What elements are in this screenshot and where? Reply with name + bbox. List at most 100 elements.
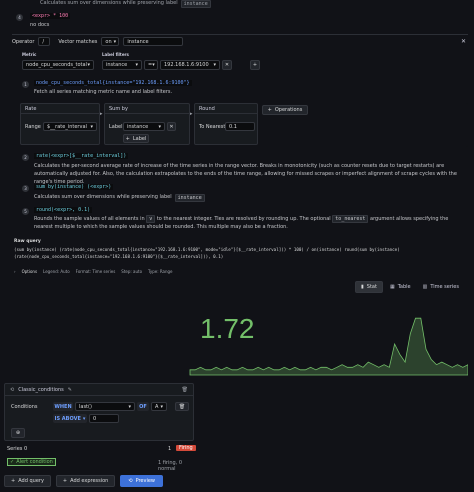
add-condition-button[interactable]: ⊕ (11, 428, 25, 438)
step-option: Step: auto (121, 269, 143, 274)
top-hint-text: Calculates sum over dimensions while pre… (40, 0, 178, 6)
step-number: 4 (16, 14, 23, 21)
add-label-button[interactable]: + Label (123, 134, 149, 143)
is-above-select[interactable]: IS ABOVE ▾ (53, 414, 87, 423)
rate-header: Rate (21, 104, 99, 114)
chevron-down-icon: ▾ (113, 38, 117, 45)
range-input[interactable]: $__rate_interval ▾ (43, 122, 97, 131)
vector-on-input[interactable]: instance (123, 37, 184, 46)
step-code: rate(<expr>[$__rate_interval]) (34, 153, 129, 159)
step-number: 1 (22, 81, 29, 88)
label-filter-operator[interactable]: = ▾ (144, 60, 158, 70)
legend-option: Legend: Auto (43, 269, 70, 274)
series-label: Series 0 (7, 446, 28, 452)
chevron-down-icon: ▾ (152, 62, 155, 68)
query-options-row[interactable]: › Options Legend: Auto Format: Time seri… (14, 269, 173, 274)
conditions-label: Conditions (11, 404, 38, 410)
chevron-down-icon: ▾ (90, 123, 93, 130)
close-icon: ✕ (224, 62, 230, 68)
pencil-icon[interactable]: ✎ (68, 387, 72, 393)
threshold-input[interactable]: 0 (89, 414, 119, 423)
step-description: Fetch all series matching metric name an… (34, 89, 173, 95)
label-select[interactable]: instance ▾ (123, 122, 165, 131)
close-icon[interactable]: ✕ (461, 38, 466, 45)
query-ref-select[interactable]: A ▾ (151, 402, 167, 411)
raw-query-code: (sum by(instance) (rate(node_cpu_seconds… (14, 247, 400, 259)
arrow-right-icon: ▸ (190, 111, 193, 117)
preview-panel: ▮ Stat ▦ Table ▥ Time series 1.72 (10, 279, 468, 379)
plus-icon: + (125, 135, 130, 142)
trash-icon[interactable]: 🗑 (182, 387, 188, 393)
step-code: <expr> * 100 (30, 13, 71, 19)
raw-query: Raw query (sum by(instance) (rate(node_c… (14, 239, 470, 265)
action-buttons: + Add query + Add expression ⟲ Preview (4, 475, 164, 487)
add-filter-button[interactable]: + (250, 60, 260, 70)
type-option: Type: Range (148, 269, 173, 274)
nearest-label: To Nearest (199, 124, 226, 130)
chevron-down-icon: ▾ (128, 403, 131, 410)
plus-icon: + (252, 62, 258, 68)
preview-button[interactable]: ⟲ Preview (120, 475, 164, 487)
plus-icon: + (11, 478, 16, 484)
chevron-down-icon: ▾ (158, 123, 161, 130)
firing-badge: Firing (176, 445, 196, 451)
condition-panel: ⟲ Classic_conditions ✎ 🗑 Conditions WHEN… (4, 383, 194, 441)
condition-header: ⟲ Classic_conditions ✎ 🗑 (5, 384, 193, 396)
step-description: no docs (30, 22, 50, 28)
step-description: Calculates sum over dimensions while pre… (34, 194, 205, 202)
step-number: 5 (22, 208, 29, 215)
series-value: 1 (168, 446, 172, 452)
operation-step-5: 5 round(<expr>, 0.1) Rounds the sample v… (22, 207, 462, 235)
alert-condition-badge: ✓ Alert condition (7, 458, 56, 466)
chevron-down-icon: ▾ (160, 403, 163, 410)
rate-operation: Rate Range $__rate_interval ▾ (20, 103, 100, 145)
round-operation: Round To Nearest 0.1 (194, 103, 258, 145)
plus-icon: + (62, 478, 68, 484)
metric-label: Metric (22, 52, 37, 57)
operations-row: Rate Range $__rate_interval ▾ ▸ Sum by L… (20, 103, 468, 147)
vector-matches-select[interactable]: on ▾ (101, 37, 120, 46)
chevron-down-icon: ▾ (213, 62, 216, 68)
chevron-right-icon: › (14, 269, 16, 274)
label-label: Label (109, 124, 123, 130)
remove-filter-button[interactable]: ✕ (222, 60, 232, 70)
plus-icon: + (267, 107, 272, 113)
nearest-input[interactable]: 0.1 (225, 122, 255, 131)
sumby-operation: Sum by Label instance ▾ ✕ + Label (104, 103, 190, 145)
delete-condition-button[interactable]: 🗑 (175, 402, 189, 411)
operation-step-1: 1 node_cpu_seconds_total{instance="192.1… (22, 79, 462, 99)
add-expression-button[interactable]: + Add expression (55, 475, 116, 487)
chevron-down-icon: ▾ (82, 415, 86, 422)
operator-select[interactable]: / (38, 37, 51, 46)
stat-value: 1.72 (200, 313, 255, 344)
step-code: round(<expr>, 0.1) (34, 207, 93, 213)
step-code: sum by(instance) (<expr>) (34, 184, 114, 190)
label-filter-value[interactable]: 192.168.1.6:9100 ▾ (160, 60, 220, 70)
refresh-icon: ⟲ (128, 478, 133, 484)
chevron-down-icon: ▾ (87, 62, 90, 68)
arrow-right-icon: ▸ (100, 111, 103, 117)
when-label: WHEN (53, 402, 73, 411)
metric-select[interactable]: node_cpu_seconds_total ▾ (22, 60, 94, 70)
label-filter-key[interactable]: instance ▾ (102, 60, 142, 70)
operator-label: Operator (12, 38, 35, 45)
refresh-icon: ⟲ (10, 386, 15, 393)
trash-icon: 🗑 (178, 403, 186, 410)
series-row: Series 0 1 Firing ✓ Alert condition 1 fi… (4, 444, 196, 472)
binary-operator-bar: Operator / Vector matches on ▾ instance … (12, 34, 468, 46)
add-operations-button[interactable]: + Operations (262, 105, 308, 115)
reducer-select[interactable]: last() ▾ (75, 402, 135, 411)
vector-matches-label: Vector matches (58, 38, 98, 45)
add-query-button[interactable]: + Add query (4, 475, 51, 487)
of-label: OF (137, 402, 149, 411)
options-label: Options (21, 269, 38, 274)
top-hint: Calculates sum over dimensions while pre… (40, 0, 211, 8)
remove-label-button[interactable]: ✕ (167, 122, 176, 131)
raw-query-label: Raw query (14, 239, 41, 244)
top-hint-code: instance (180, 0, 211, 8)
range-label: Range (25, 124, 41, 130)
round-header: Round (195, 104, 257, 114)
sumby-header: Sum by (105, 104, 189, 114)
step-code: node_cpu_seconds_total{instance="192.168… (34, 80, 192, 86)
operation-step-3: 3 sum by(instance) (<expr>) Calculates s… (22, 184, 462, 204)
